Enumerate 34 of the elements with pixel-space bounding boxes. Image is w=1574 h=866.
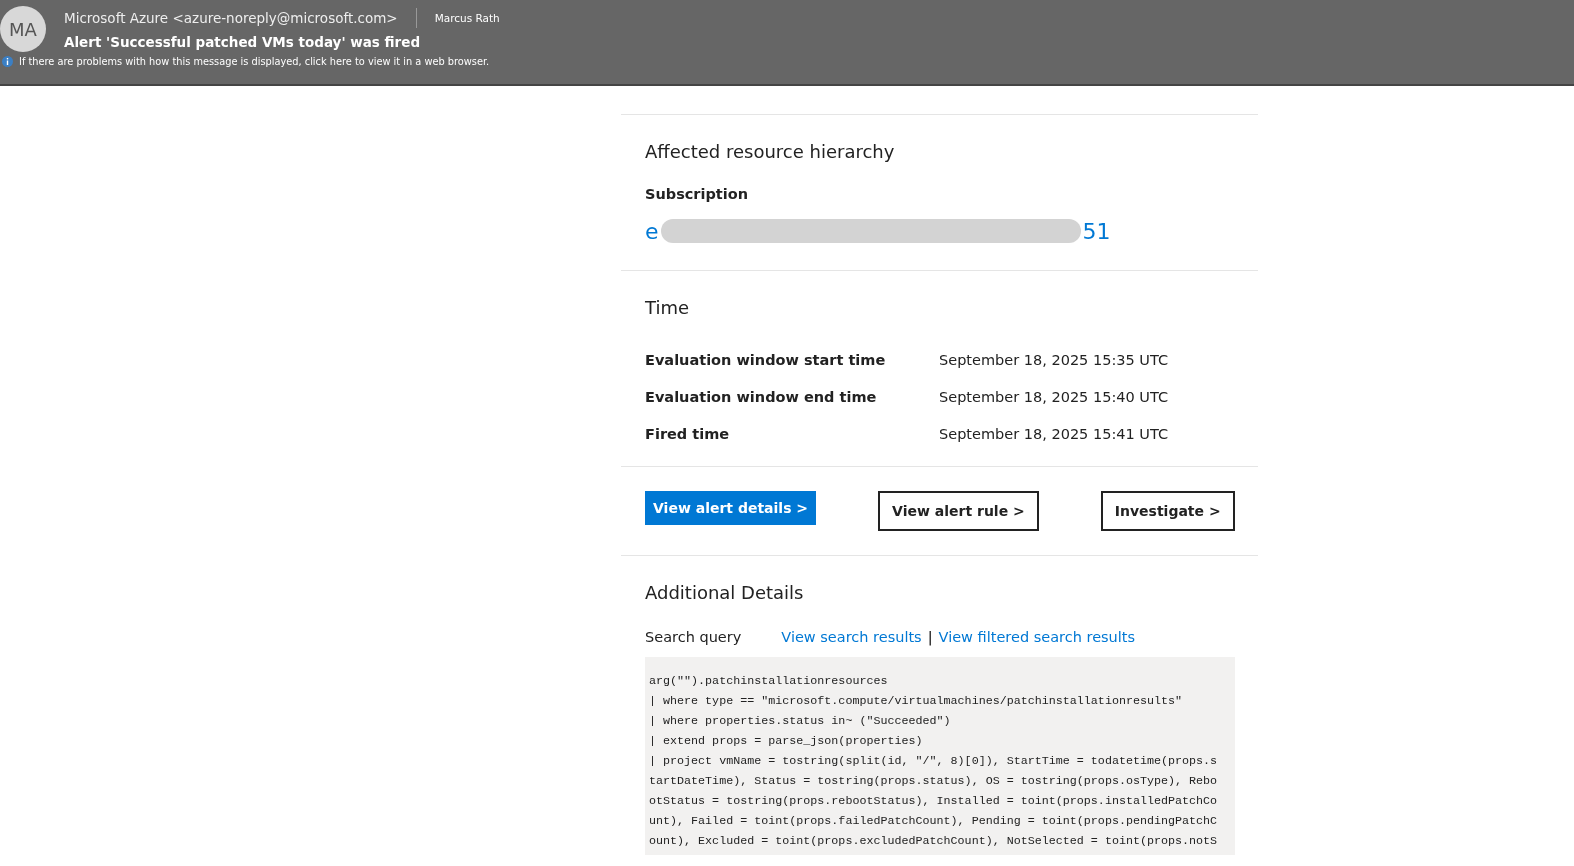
code-line: | project vmName = tostring(split(id, "/", 8)[0]), StartTime = todatetime(props.s [649,753,1219,770]
code-line: ount), Excluded = toint(props.excludedPatchCount), NotSelected = toint(props.notS [649,833,1219,850]
code-line: otStatus = tostring(props.rebootStatus), Installed = toint(props.installedPatchCo [649,793,1219,810]
link-button[interactable]: Investigate > [1100,491,1235,531]
sender: Microsoft Azure <azure-noreply@microsoft.com> [64,10,398,26]
subscription-label: Subscription [645,186,750,202]
section-title: Additional Details [645,582,805,603]
separator: | [927,629,933,645]
search-results-link[interactable]: View filtered search results [938,629,1136,645]
time-value: September 18, 2025 15:40 UTC [939,389,1170,405]
info-message[interactable]: If there are problems with how this message is displayed, click here to view it in a web browser. [19,56,490,67]
code-line: | extend props = parse_json(properties) [649,733,924,750]
recipient: Marcus Rath [434,12,500,24]
time-value: September 18, 2025 15:41 UTC [939,426,1170,442]
section-title: Affected resource hierarchy [645,141,896,162]
time-label: Fired time [645,426,731,442]
section-title: Time [645,297,691,318]
subscription-link[interactable]: e [645,218,659,244]
code-line: unt), Failed = toint(props.failedPatchCount), Pending = toint(props.pendingPatchC [649,813,1219,830]
time-label: Evaluation window end time [645,389,878,405]
code-line: tartDateTime), Status = tostring(props.status), OS = tostring(props.osType), Rebo [649,773,1219,790]
time-label: Evaluation window start time [645,352,887,368]
subscription-link[interactable]: 51 [1082,218,1111,244]
code-line: arg("").patchinstallationresources [649,673,889,690]
code-line: | where type == "microsoft.compute/virtualmachines/patchinstallationresults" [649,693,1184,710]
search-query-label: Search query [645,629,742,645]
time-value: September 18, 2025 15:35 UTC [939,352,1170,368]
search-results-link[interactable]: View search results [781,629,922,645]
info-icon [2,56,13,67]
code-line: | where properties.status in~ ("Succeeded") [649,713,952,730]
avatar: MA [0,6,46,52]
subject: Alert 'Successful patched VMs today' was fired [64,34,422,50]
link-button[interactable]: View alert rule > [878,491,1039,531]
link-button[interactable]: View alert details > [645,491,817,525]
